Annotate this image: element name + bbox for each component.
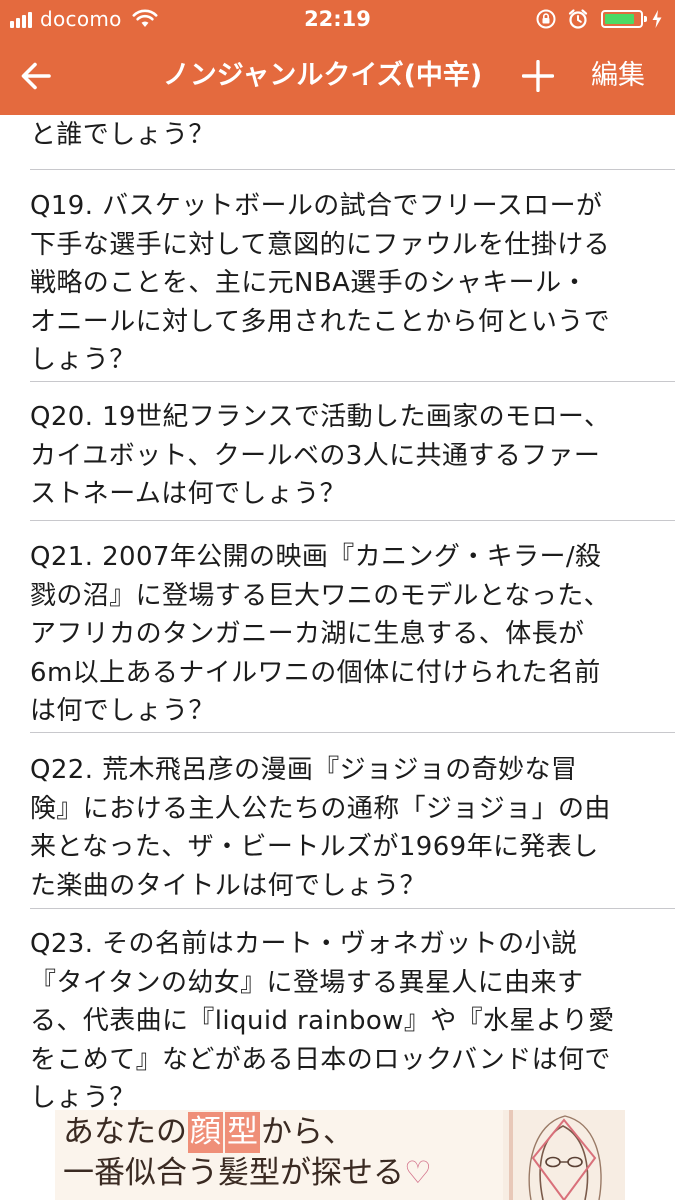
page-title: ノンジャンルクイズ(中辛) bbox=[162, 60, 483, 91]
ad-text-part: 一番似合う髪型が探せる bbox=[63, 1155, 404, 1191]
list-item-q22[interactable]: Q22. 荒木飛呂彦の漫画『ジョジョの奇妙な冒 険』における主人公たちの通称「ジ… bbox=[0, 751, 675, 905]
ad-highlight: 型 bbox=[225, 1112, 260, 1153]
question-text-line: Q23. その名前はカート・ヴォネガットの小説 bbox=[30, 929, 578, 959]
ad-line-2: 一番似合う髪型が探せる♡ bbox=[63, 1153, 503, 1194]
divider bbox=[30, 520, 675, 521]
question-text-line: 『タイタンの幼女』に登場する異星人に由来す bbox=[30, 967, 584, 998]
ad-line-1: あなたの顔 型から、 bbox=[63, 1112, 503, 1153]
question-text-line: 下手な選手に対して意図的にファウルを仕掛ける bbox=[30, 229, 611, 260]
battery-icon bbox=[601, 10, 647, 28]
question-text-line: る、代表曲に『liquid rainbow』や『水星より愛 bbox=[30, 1006, 615, 1036]
battery-level bbox=[605, 14, 634, 24]
alarm-icon bbox=[568, 9, 588, 29]
question-text-line: 戮の沼』に登場する巨大ワニのモデルとなった、 bbox=[30, 580, 611, 611]
question-list[interactable]: と誰でしょう？ Q19. バスケットボールの試合でフリースローが 下手な選手に対… bbox=[0, 115, 675, 1200]
question-text-line: 来となった、ザ・ビートルズが1969年に発表し bbox=[30, 832, 599, 862]
question-text-line: ストネームは何でしょう？ bbox=[30, 479, 347, 509]
ad-text-part: あなたの bbox=[63, 1114, 187, 1150]
add-button[interactable] bbox=[516, 54, 560, 98]
list-item-q20[interactable]: Q20. 19世紀フランスで活動した画家のモロー、 カイユボット、クールベの3人… bbox=[0, 398, 675, 514]
question-text-line: 6m以上あるナイルワニの個体に付けられた名前 bbox=[30, 657, 601, 688]
question-text-line: Q21. 2007年公開の映画『カニング・キラー/殺 bbox=[30, 542, 602, 572]
question-text-line: Q20. 19世紀フランスで活動した画家のモロー、 bbox=[30, 402, 611, 432]
heart-icon: ♡ bbox=[404, 1155, 432, 1191]
question-text-line: オニールに対して多用されたことから何というで bbox=[30, 306, 611, 337]
edit-button[interactable]: 編集 bbox=[583, 54, 653, 98]
list-item-q23[interactable]: Q23. その名前はカート・ヴォネガットの小説 『タイタンの幼女』に登場する異星… bbox=[0, 925, 675, 1118]
divider bbox=[30, 908, 675, 909]
question-text-line: カイユボット、クールベの3人に共通するファー bbox=[30, 440, 601, 471]
divider bbox=[30, 381, 675, 382]
question-text-line: をこめて』などがある日本のロックバンドは何で bbox=[30, 1044, 611, 1075]
orientation-lock-icon bbox=[536, 9, 556, 29]
face-sketch-icon bbox=[509, 1110, 602, 1200]
charging-bolt-icon bbox=[652, 10, 662, 28]
back-button[interactable] bbox=[14, 54, 58, 98]
app-screen: docomo 22:19 ノンジャンルクイズ(中辛) 編集 と誰でしょう？ Q1… bbox=[0, 0, 675, 1200]
question-text-line: Q22. 荒木飛呂彦の漫画『ジョジョの奇妙な冒 bbox=[30, 755, 578, 785]
status-right bbox=[525, 7, 663, 31]
question-text-line: 険』における主人公たちの通称「ジョジョ」の由 bbox=[30, 793, 611, 824]
question-text-line: た楽曲のタイトルは何でしょう？ bbox=[30, 870, 427, 901]
arrow-left-icon bbox=[21, 62, 51, 90]
status-bar: docomo 22:19 bbox=[0, 0, 675, 38]
list-item-question-partial[interactable]: と誰でしょう？ bbox=[0, 116, 675, 155]
question-text-line: 戦略のことを、主に元NBA選手のシャキール・ bbox=[30, 268, 588, 298]
ad-text: あなたの顔 型から、 一番似合う髪型が探せる♡ bbox=[63, 1112, 503, 1194]
question-text-line: アフリカのタンガニーカ湖に生息する、体長が bbox=[30, 619, 585, 649]
list-item-q19[interactable]: Q19. バスケットボールの試合でフリースローが 下手な選手に対して意図的にファ… bbox=[0, 187, 675, 380]
header: docomo 22:19 ノンジャンルクイズ(中辛) 編集 bbox=[0, 0, 675, 115]
divider bbox=[30, 732, 675, 733]
divider bbox=[30, 169, 675, 170]
ad-text-part: から、 bbox=[261, 1114, 354, 1150]
question-text-line: は何でしょう？ bbox=[30, 696, 215, 726]
ad-highlight: 顔 bbox=[188, 1112, 223, 1153]
navigation-bar: ノンジャンルクイズ(中辛) 編集 bbox=[0, 38, 675, 115]
plus-icon bbox=[522, 60, 554, 92]
list-item-q21[interactable]: Q21. 2007年公開の映画『カニング・キラー/殺 戮の沼』に登場する巨大ワニ… bbox=[0, 538, 675, 731]
question-text-line: Q19. バスケットボールの試合でフリースローが bbox=[30, 191, 603, 221]
question-text-line: しょう？ bbox=[30, 345, 136, 375]
ad-face-illustration bbox=[503, 1110, 625, 1200]
ad-banner[interactable]: あなたの顔 型から、 一番似合う髪型が探せる♡ bbox=[55, 1110, 625, 1200]
question-text-line: と誰でしょう？ bbox=[30, 120, 215, 150]
